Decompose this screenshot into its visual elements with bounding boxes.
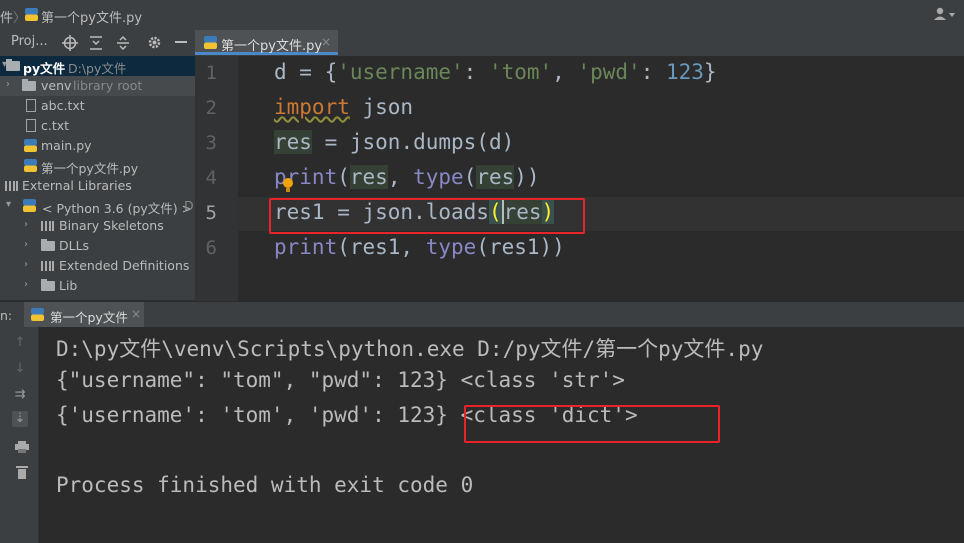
expand-all-icon[interactable]: [116, 35, 130, 51]
chevron-right-icon[interactable]: ›: [24, 279, 28, 290]
library-icon: [41, 261, 54, 271]
scroll-to-end-icon[interactable]: ⇣: [12, 411, 28, 427]
annotation-box-dict: [464, 405, 720, 443]
chevron-right-icon[interactable]: ›: [24, 219, 28, 230]
code-editor[interactable]: d = {'username': 'tom', 'pwd': 123} impo…: [238, 56, 964, 301]
tree-item-c-txt[interactable]: c.txt: [0, 116, 195, 136]
python-file-icon: [24, 139, 37, 152]
breadcrumb-project[interactable]: 件: [0, 7, 13, 26]
line-number: 4: [205, 167, 217, 189]
console-exit-message: Process finished with exit code 0: [56, 473, 474, 497]
soft-wrap-icon[interactable]: ⇉: [12, 387, 28, 403]
code-line-3[interactable]: res = json.dumps(d): [274, 130, 514, 154]
run-tab-label: 第一个py文件: [50, 310, 128, 325]
text-file-icon: [26, 99, 36, 112]
tree-item-binary-skeletons[interactable]: › Binary Skeletons: [0, 216, 195, 236]
text-file-icon: [26, 119, 36, 132]
chevron-down-icon[interactable]: ▾: [6, 199, 11, 210]
code-line-2[interactable]: import json: [274, 95, 413, 119]
minimize-icon[interactable]: [175, 41, 187, 44]
print-icon[interactable]: [15, 441, 29, 453]
arrow-down-icon[interactable]: ↓: [12, 361, 28, 377]
folder-icon: [6, 59, 20, 71]
annotation-box-line5: [269, 198, 585, 234]
chevron-right-icon[interactable]: ›: [24, 259, 28, 270]
python-file-icon: [204, 36, 217, 49]
library-icon: [5, 181, 18, 191]
tree-item-venv[interactable]: › venv library root: [0, 76, 195, 96]
run-side-toolbar: ↑ ↓ ⇉ ⇣: [0, 327, 39, 543]
project-tree: ▾ py文件 D:\py文件 › venv library root abc.t…: [0, 56, 195, 300]
project-toolbar: Proj...: [0, 30, 195, 57]
arrow-up-icon[interactable]: ↑: [12, 335, 28, 351]
tree-item-abc-txt[interactable]: abc.txt: [0, 96, 195, 116]
line-number: 3: [205, 132, 217, 154]
user-icon[interactable]: [934, 7, 956, 21]
chevron-right-icon[interactable]: ›: [24, 239, 28, 250]
collapse-all-icon[interactable]: [89, 35, 103, 51]
gear-icon[interactable]: [147, 35, 162, 50]
tree-item-main-py[interactable]: main.py: [0, 136, 195, 156]
python-file-icon: [31, 308, 44, 321]
folder-icon: [41, 279, 55, 291]
crosshair-icon[interactable]: [62, 35, 78, 51]
trash-icon[interactable]: [16, 465, 28, 479]
run-label: n:: [0, 308, 13, 323]
code-line-6[interactable]: print(res1, type(res1)): [274, 235, 565, 259]
close-tab-icon[interactable]: ×: [321, 35, 331, 49]
breadcrumb-file[interactable]: 第一个py文件.py: [41, 7, 142, 26]
editor-tab-label: 第一个py文件.py: [221, 39, 323, 54]
navigation-bar: 件 〉 第一个py文件.py: [0, 0, 964, 31]
tree-item-first-py[interactable]: 第一个py文件.py: [0, 156, 195, 176]
code-line-4[interactable]: print(res, type(res)): [274, 165, 540, 189]
line-number: 5: [205, 202, 217, 224]
console-command-line: D:\py文件\venv\Scripts\python.exe D:/py文件/…: [56, 337, 764, 361]
tree-item-extended-definitions[interactable]: › Extended Definitions: [0, 256, 195, 276]
console-output-line: {"username": "tom", "pwd": 123} <class '…: [56, 368, 625, 392]
python-icon: [23, 199, 36, 212]
folder-icon: [22, 79, 36, 91]
code-line-1[interactable]: d = {'username': 'tom', 'pwd': 123}: [274, 60, 717, 84]
tree-item-dlls[interactable]: › DLLs: [0, 236, 195, 256]
project-view-dropdown[interactable]: Proj...: [11, 34, 48, 49]
python-file-icon: [24, 159, 37, 172]
run-console[interactable]: D:\py文件\venv\Scripts\python.exe D:/py文件/…: [39, 327, 964, 543]
run-tool-window-header: n: 第一个py文件 ×: [0, 301, 964, 329]
close-run-tab-icon[interactable]: ×: [131, 307, 141, 321]
editor-tab-bar: 第一个py文件.py ×: [195, 30, 964, 57]
line-number: 2: [205, 97, 217, 119]
lightbulb-icon[interactable]: [282, 177, 294, 193]
chevron-right-icon[interactable]: ›: [6, 79, 10, 90]
line-number-gutter: 1 2 3 4 5 6: [195, 56, 238, 301]
tree-item-lib[interactable]: › Lib: [0, 276, 195, 296]
line-number: 6: [205, 237, 217, 259]
line-number: 1: [205, 62, 217, 84]
tree-item-python-sdk[interactable]: ▾ < Python 3.6 (py文件) > D:: [0, 196, 195, 216]
folder-icon: [41, 239, 55, 251]
python-file-icon: [25, 8, 38, 21]
tree-item-external-libraries[interactable]: External Libraries: [0, 176, 195, 196]
library-icon: [41, 221, 54, 231]
run-tab[interactable]: 第一个py文件 ×: [24, 302, 144, 328]
tree-item-project-root[interactable]: ▾ py文件 D:\py文件: [0, 56, 195, 76]
editor-tab-active[interactable]: 第一个py文件.py ×: [195, 30, 338, 55]
